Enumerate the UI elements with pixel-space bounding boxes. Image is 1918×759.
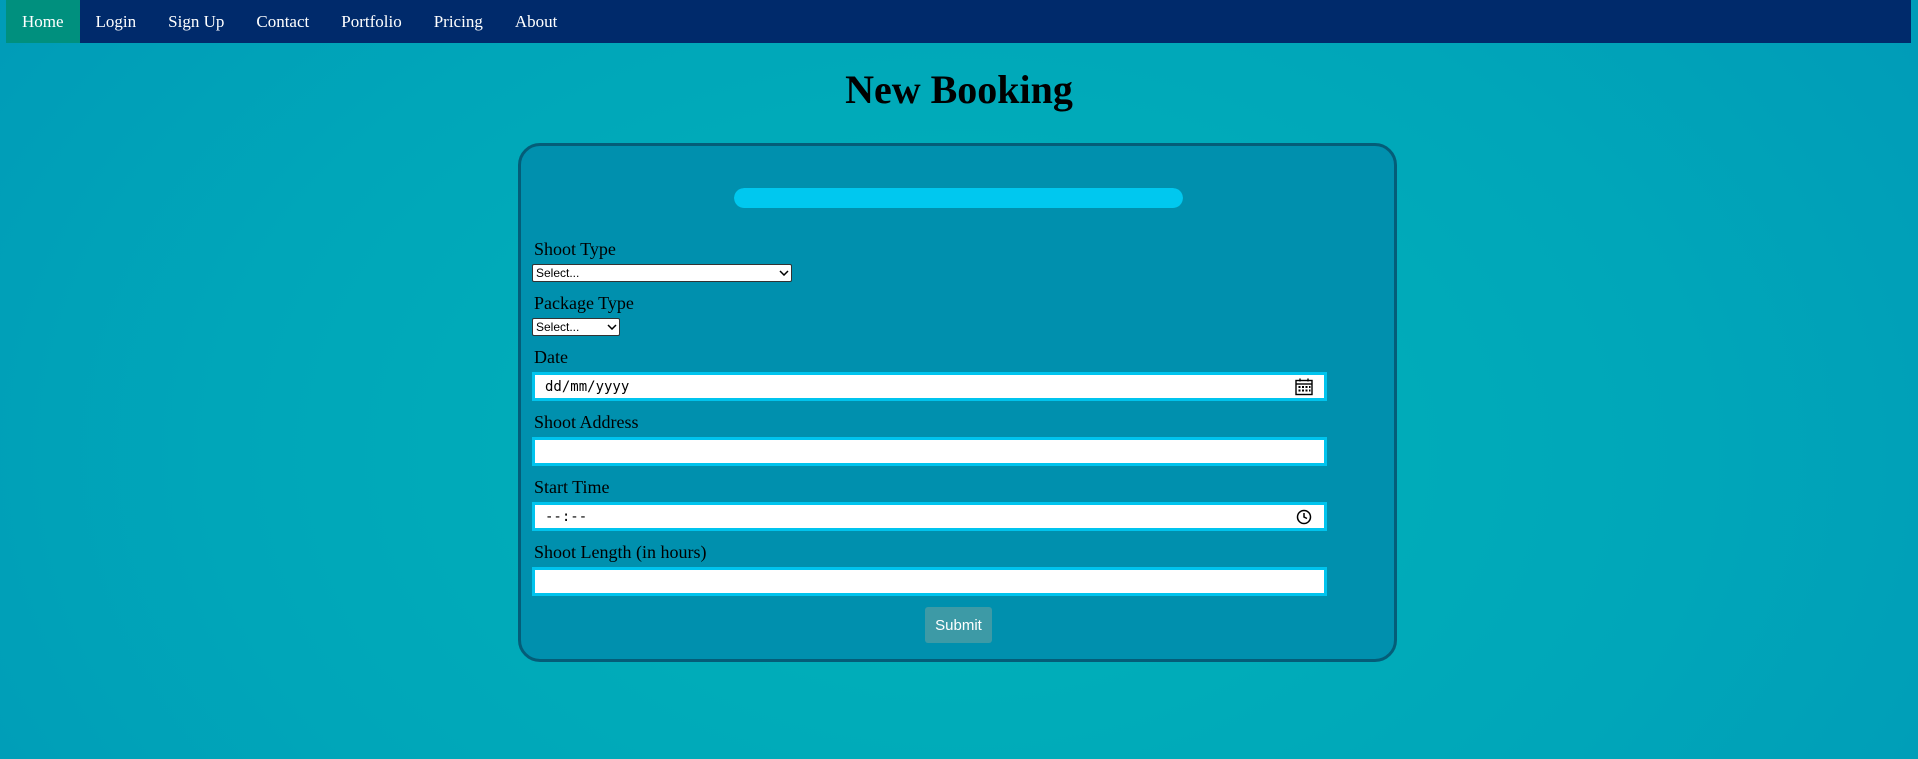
- package-type-label: Package Type: [534, 293, 634, 313]
- shoot-address-input[interactable]: [532, 437, 1327, 466]
- shoot-length-label: Shoot Length (in hours): [534, 542, 707, 562]
- clock-icon[interactable]: [1294, 507, 1314, 527]
- package-type-selected-value: Select...: [536, 320, 580, 334]
- calendar-icon[interactable]: [1294, 377, 1314, 397]
- nav-link-contact[interactable]: Contact: [240, 0, 325, 43]
- progress-bar-fill: [734, 188, 1183, 208]
- date-input[interactable]: dd/mm/yyyy: [532, 372, 1327, 401]
- start-time-label: Start Time: [534, 477, 610, 497]
- chevron-down-icon: [779, 268, 789, 278]
- shoot-type-select[interactable]: Select...: [532, 264, 792, 282]
- chevron-down-icon: [607, 322, 617, 332]
- page-title: New Booking: [845, 67, 1073, 112]
- shoot-address-label: Shoot Address: [534, 412, 639, 432]
- submit-button[interactable]: Submit: [925, 607, 992, 643]
- booking-form: Shoot Type Select... Package Type Select…: [518, 143, 1397, 662]
- shoot-type-label: Shoot Type: [534, 239, 616, 259]
- shoot-length-input[interactable]: [532, 567, 1327, 596]
- nav-link-home[interactable]: Home: [6, 0, 80, 43]
- top-navbar: Home Login Sign Up Contact Portfolio Pri…: [6, 0, 1911, 43]
- start-time-input[interactable]: --:--: [532, 502, 1327, 531]
- shoot-type-selected-value: Select...: [536, 266, 580, 280]
- nav-link-sign-up[interactable]: Sign Up: [152, 0, 240, 43]
- package-type-select[interactable]: Select...: [532, 318, 620, 336]
- start-time-value: --:--: [545, 508, 588, 525]
- nav-link-pricing[interactable]: Pricing: [418, 0, 499, 43]
- date-label: Date: [534, 347, 568, 367]
- nav-link-login[interactable]: Login: [80, 0, 153, 43]
- progress-bar: [734, 188, 1183, 208]
- nav-link-portfolio[interactable]: Portfolio: [325, 0, 417, 43]
- date-input-value: dd/mm/yyyy: [545, 378, 630, 395]
- nav-link-about[interactable]: About: [499, 0, 574, 43]
